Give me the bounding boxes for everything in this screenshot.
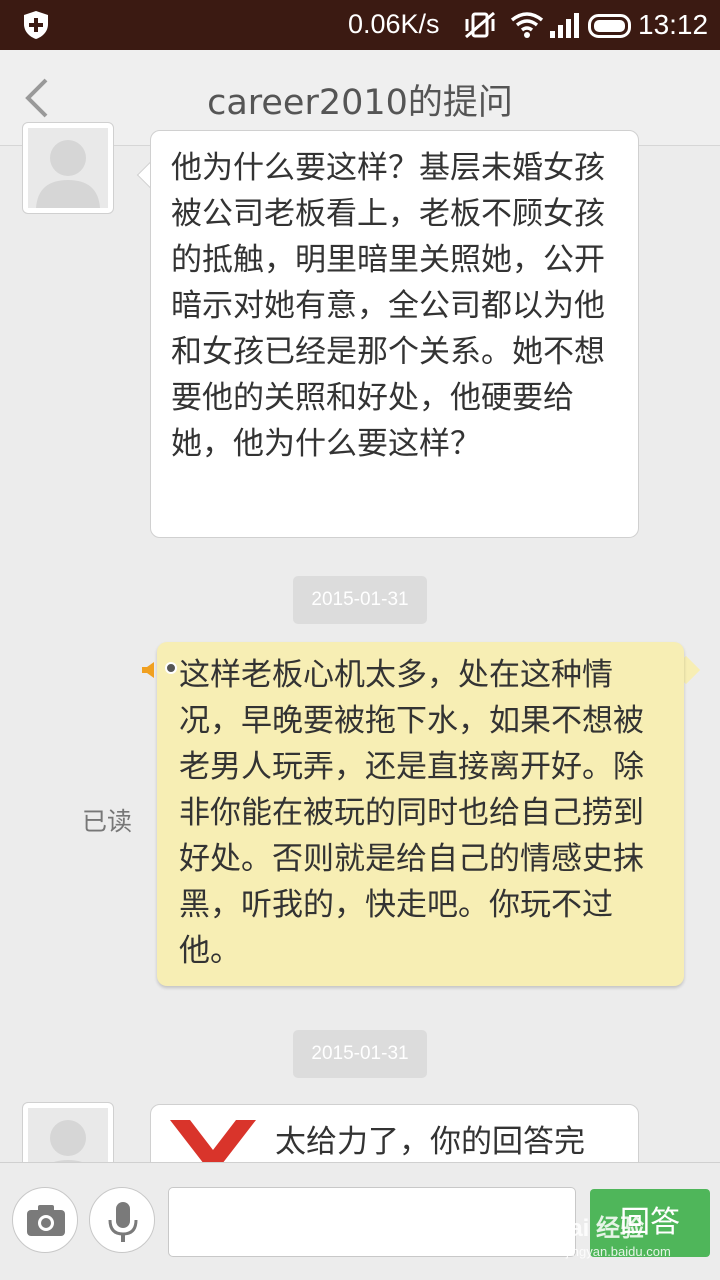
- date-chip: 2015-01-31: [293, 1030, 427, 1078]
- question-bubble: 他为什么要这样？基层未婚女孩被公司老板看上，老板不顾女孩的抵触，明里暗里关照她，…: [150, 130, 639, 538]
- network-speed: 0.06K/s: [348, 9, 440, 39]
- medal-icon: [170, 1120, 256, 1164]
- battery-icon: [588, 14, 631, 38]
- question-text: 他为什么要这样？基层未婚女孩被公司老板看上，老板不顾女孩的抵触，明里暗里关照她，…: [171, 150, 605, 462]
- status-bar: 0.06K/s 13:12: [0, 0, 720, 50]
- vibrate-off-icon: [465, 11, 495, 39]
- page-title: career2010的提问: [207, 83, 513, 123]
- asker-avatar[interactable]: [22, 122, 114, 214]
- answer-text: 这样老板心机太多，处在这种情况，早晚要被拖下水，如果不想被老男人玩弄，还是直接离…: [179, 657, 644, 969]
- voice-button[interactable]: [89, 1187, 155, 1253]
- watermark-logo: Bai 经验: [552, 1215, 645, 1242]
- camera-button[interactable]: [12, 1187, 78, 1253]
- user-silhouette-icon: [36, 140, 100, 208]
- answer-input[interactable]: [168, 1187, 576, 1257]
- microphone-icon: [108, 1202, 138, 1242]
- wifi-icon: [510, 12, 544, 38]
- date-chip: 2015-01-31: [293, 576, 427, 624]
- clock: 13:12: [638, 9, 709, 40]
- answer-bubble: 这样老板心机太多，处在这种情况，早晚要被拖下水，如果不想被老男人玩弄，还是直接离…: [157, 642, 684, 986]
- camera-icon: [27, 1205, 65, 1236]
- signal-icon: [550, 13, 579, 38]
- reply-text: 太给力了，你的回答完: [275, 1124, 585, 1160]
- read-status: 已读: [82, 807, 133, 836]
- watermark-url: jingyan.baidu.com: [566, 1244, 671, 1259]
- unread-dot-icon: [165, 662, 177, 674]
- shield-icon: [24, 11, 48, 39]
